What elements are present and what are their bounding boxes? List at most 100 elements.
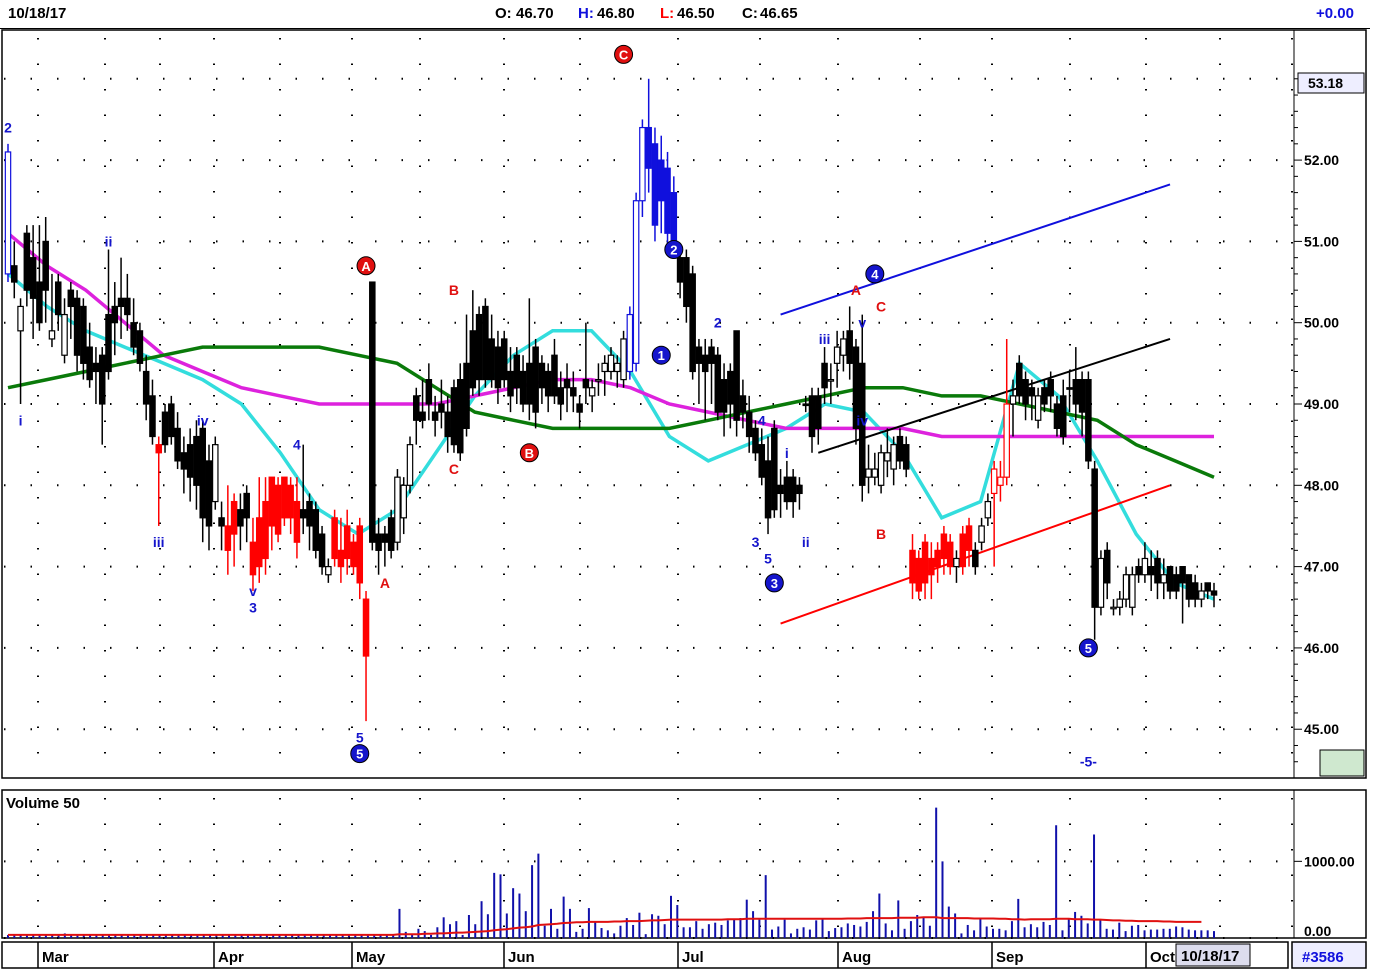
- candle-body: [482, 305, 489, 381]
- candle-body: [299, 509, 307, 519]
- candle-body: [601, 362, 608, 373]
- candle-body: [902, 444, 910, 470]
- candle-body: [865, 468, 872, 478]
- candle-body: [614, 362, 621, 373]
- candle-body: [61, 313, 68, 356]
- wave-label: A: [851, 282, 861, 298]
- candle-body: [48, 330, 56, 340]
- candle-body: [494, 346, 502, 389]
- candle-body: [193, 435, 200, 486]
- candle-body: [406, 444, 414, 486]
- price-tick-label: 52.00: [1304, 152, 1339, 168]
- candle-body: [1116, 598, 1124, 608]
- candle-body: [387, 517, 395, 551]
- candle-body: [444, 411, 451, 438]
- candle-body: [42, 240, 49, 291]
- wave-label: C: [449, 461, 459, 477]
- candle-body: [168, 403, 175, 438]
- price-chart[interactable]: 45.0046.0047.0048.0049.0050.0051.0052.00…: [0, 0, 1400, 970]
- wave-label: i: [785, 445, 789, 461]
- wave-label: 5: [356, 729, 364, 745]
- candle-body: [293, 500, 301, 543]
- candle-body: [965, 525, 973, 551]
- candle-body: [105, 313, 112, 373]
- candle-body: [1091, 468, 1098, 608]
- wave-label: 3: [249, 599, 257, 615]
- candle-body: [588, 387, 596, 397]
- volume-title: Volume 50: [6, 795, 80, 812]
- candle-body: [29, 257, 37, 299]
- candle-body: [318, 533, 326, 568]
- candle-body: [953, 557, 960, 568]
- candle-body: [67, 289, 75, 308]
- candle-body: [877, 452, 885, 486]
- candle-body: [997, 476, 1004, 486]
- candle-body: [934, 549, 941, 568]
- wave-marker-label: 1: [658, 348, 665, 363]
- candle-body: [557, 387, 565, 405]
- candle-body: [180, 452, 188, 470]
- candle-body: [1066, 387, 1073, 390]
- candle-body: [570, 387, 577, 397]
- candle-body: [230, 500, 238, 535]
- candle-body: [745, 411, 753, 438]
- candle-body: [1016, 362, 1023, 397]
- candle-body: [764, 460, 772, 519]
- candle-body: [582, 379, 590, 389]
- candle-body: [381, 533, 389, 543]
- candle-body: [626, 313, 634, 373]
- wave-label: iv: [197, 412, 209, 428]
- candle-body: [124, 297, 131, 316]
- candle-body: [281, 476, 288, 519]
- candle-body: [438, 403, 445, 413]
- candle-body: [413, 395, 420, 421]
- candle-body: [11, 265, 18, 283]
- candle-body: [1122, 574, 1130, 600]
- zoom-icon: [1319, 749, 1365, 777]
- candle-body: [959, 533, 967, 568]
- candle-body: [1047, 379, 1054, 397]
- candle-body: [80, 305, 87, 364]
- candle-body: [871, 468, 879, 478]
- wave-label: ii: [105, 233, 113, 249]
- candle-body: [683, 257, 690, 308]
- candle-body: [237, 509, 244, 527]
- wave-marker-label: B: [525, 446, 534, 461]
- candle-body: [940, 533, 948, 560]
- candle-body: [1173, 574, 1180, 592]
- candle-body: [733, 330, 740, 421]
- wave-marker-label: A: [361, 259, 371, 274]
- candle-body: [1110, 606, 1117, 610]
- candle-body: [130, 322, 137, 348]
- candle-body: [802, 403, 809, 407]
- candle-body: [4, 151, 12, 275]
- candle-body: [808, 395, 816, 438]
- candle-body: [218, 517, 225, 527]
- candle-body: [827, 379, 835, 382]
- candle-body: [563, 379, 571, 389]
- candle-body: [739, 395, 747, 413]
- time-axis-bar: [0, 942, 1370, 970]
- wave-label: 3: [752, 534, 760, 550]
- candle-body: [1072, 379, 1080, 405]
- candle-body: [1185, 574, 1193, 600]
- candle-body: [325, 566, 332, 576]
- wave-label: 2: [4, 120, 12, 136]
- candle-body: [789, 476, 797, 503]
- candle-body: [1078, 379, 1086, 413]
- volume-tick-label: 0.00: [1304, 923, 1331, 939]
- candle-body: [519, 370, 527, 405]
- candle-body: [205, 460, 213, 527]
- candle-body: [1034, 395, 1042, 421]
- wave-marker-label: 5: [1085, 641, 1092, 656]
- candle-body: [1009, 395, 1017, 405]
- wave-label: -5-: [1080, 754, 1097, 770]
- candle-body: [306, 500, 313, 527]
- price-tick-label: 50.00: [1304, 315, 1339, 331]
- candle-body: [111, 305, 119, 324]
- candle-body: [425, 379, 433, 405]
- candle-body: [620, 338, 627, 381]
- candle-body: [607, 354, 615, 373]
- candle-body: [758, 444, 766, 478]
- candle-body: [469, 330, 477, 389]
